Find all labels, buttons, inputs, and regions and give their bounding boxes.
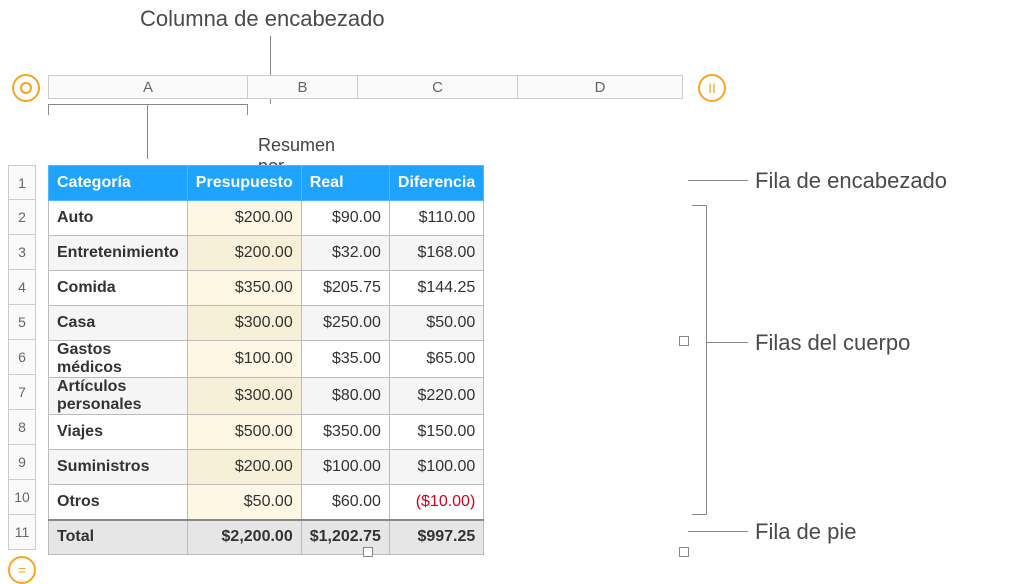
cell[interactable]: $500.00 xyxy=(187,415,301,450)
cell[interactable]: $2,200.00 xyxy=(187,520,301,555)
cell[interactable]: $350.00 xyxy=(301,415,389,450)
cell[interactable]: $205.75 xyxy=(301,271,389,306)
cell[interactable]: $50.00 xyxy=(389,306,483,341)
row-header[interactable]: 10 xyxy=(8,480,36,515)
cell[interactable]: $60.00 xyxy=(301,485,389,520)
table-row: Casa $300.00 $250.00 $50.00 xyxy=(49,306,484,341)
row-header[interactable]: 6 xyxy=(8,340,36,375)
selection-handle[interactable] xyxy=(679,336,689,346)
table-footer-row: Total $2,200.00 $1,202.75 $997.25 xyxy=(49,520,484,555)
row-header[interactable]: 7 xyxy=(8,375,36,410)
cell[interactable]: $200.00 xyxy=(187,201,301,236)
cell[interactable]: $100.00 xyxy=(301,450,389,485)
cell[interactable]: Total xyxy=(49,520,188,555)
column-header[interactable]: D xyxy=(518,75,683,99)
header-cell-category[interactable]: Categoría xyxy=(49,166,188,201)
cell[interactable]: $100.00 xyxy=(187,341,301,378)
table-row: Gastos médicos $100.00 $35.00 $65.00 xyxy=(49,341,484,378)
cell[interactable]: $90.00 xyxy=(301,201,389,236)
cell[interactable]: $80.00 xyxy=(301,378,389,415)
add-row-handle[interactable]: = xyxy=(8,556,36,584)
callout-line xyxy=(688,531,748,532)
cell[interactable]: $35.00 xyxy=(301,341,389,378)
cell[interactable]: Gastos médicos xyxy=(49,341,188,378)
cell[interactable]: Otros xyxy=(49,485,188,520)
header-cell-actual[interactable]: Real xyxy=(301,166,389,201)
pause-icon: II xyxy=(708,80,716,96)
callout-line xyxy=(688,180,748,181)
header-cell-budget[interactable]: Presupuesto xyxy=(187,166,301,201)
cell[interactable]: $997.25 xyxy=(389,520,483,555)
cell[interactable]: $200.00 xyxy=(187,450,301,485)
equals-icon: = xyxy=(18,562,26,578)
column-header[interactable]: C xyxy=(358,75,518,99)
cell[interactable]: Casa xyxy=(49,306,188,341)
column-header[interactable]: A xyxy=(48,75,248,99)
row-header[interactable]: 5 xyxy=(8,305,36,340)
bracket-column-header xyxy=(48,104,248,115)
resize-handle-corner[interactable] xyxy=(679,547,689,557)
row-header-column: 1 2 3 4 5 6 7 8 9 10 11 xyxy=(8,165,36,550)
add-column-handle[interactable]: II xyxy=(698,74,726,102)
cell[interactable]: $350.00 xyxy=(187,271,301,306)
cell[interactable]: Auto xyxy=(49,201,188,236)
row-header[interactable]: 1 xyxy=(8,165,36,200)
cell[interactable]: $32.00 xyxy=(301,236,389,271)
row-header[interactable]: 11 xyxy=(8,515,36,550)
cell[interactable]: $220.00 xyxy=(389,378,483,415)
row-header[interactable]: 8 xyxy=(8,410,36,445)
bracket-body-rows xyxy=(692,205,707,515)
cell[interactable]: $300.00 xyxy=(187,378,301,415)
row-header[interactable]: 9 xyxy=(8,445,36,480)
cell[interactable]: Entretenimiento xyxy=(49,236,188,271)
callout-line xyxy=(147,104,148,159)
cell[interactable]: $65.00 xyxy=(389,341,483,378)
row-header[interactable]: 2 xyxy=(8,200,36,235)
table-row: Auto $200.00 $90.00 $110.00 xyxy=(49,201,484,236)
cell[interactable]: $200.00 xyxy=(187,236,301,271)
table-row: Otros $50.00 $60.00 ($10.00) xyxy=(49,485,484,520)
callout-column-header: Columna de encabezado xyxy=(140,6,385,32)
cell[interactable]: $250.00 xyxy=(301,306,389,341)
resize-handle-bottom[interactable] xyxy=(363,547,373,557)
cell[interactable]: $144.25 xyxy=(389,271,483,306)
table-header-row: Categoría Presupuesto Real Diferencia xyxy=(49,166,484,201)
cell[interactable]: Viajes xyxy=(49,415,188,450)
cell[interactable]: ($10.00) xyxy=(389,485,483,520)
callout-line xyxy=(706,342,748,343)
table-row: Viajes $500.00 $350.00 $150.00 xyxy=(49,415,484,450)
cell[interactable]: Comida xyxy=(49,271,188,306)
cell[interactable]: $1,202.75 xyxy=(301,520,389,555)
callout-body-rows: Filas del cuerpo xyxy=(755,330,910,356)
cell[interactable]: $168.00 xyxy=(389,236,483,271)
data-table: Categoría Presupuesto Real Diferencia Au… xyxy=(48,165,484,555)
cell[interactable]: $300.00 xyxy=(187,306,301,341)
cell[interactable]: Artículos personales xyxy=(49,378,188,415)
cell[interactable]: $50.00 xyxy=(187,485,301,520)
row-header[interactable]: 4 xyxy=(8,270,36,305)
table-row: Suministros $200.00 $100.00 $100.00 xyxy=(49,450,484,485)
cell[interactable]: $100.00 xyxy=(389,450,483,485)
table-row: Entretenimiento $200.00 $32.00 $168.00 xyxy=(49,236,484,271)
row-header[interactable]: 3 xyxy=(8,235,36,270)
cell[interactable]: $110.00 xyxy=(389,201,483,236)
header-cell-diff[interactable]: Diferencia xyxy=(389,166,483,201)
column-header-row: A B C D xyxy=(48,75,683,99)
table-row: Artículos personales $300.00 $80.00 $220… xyxy=(49,378,484,415)
callout-footer-row: Fila de pie xyxy=(755,519,857,545)
cell[interactable]: $150.00 xyxy=(389,415,483,450)
callout-row-header: Fila de encabezado xyxy=(755,168,947,194)
column-header[interactable]: B xyxy=(248,75,358,99)
select-all-handle[interactable] xyxy=(12,74,40,102)
cell[interactable]: Suministros xyxy=(49,450,188,485)
table-row: Comida $350.00 $205.75 $144.25 xyxy=(49,271,484,306)
